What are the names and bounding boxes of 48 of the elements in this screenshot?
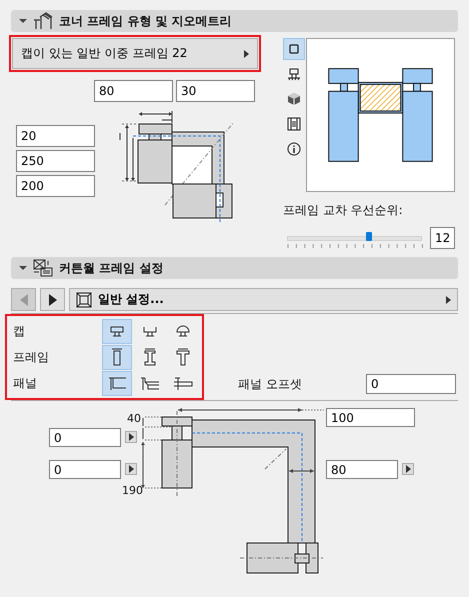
priority-slider[interactable] bbox=[287, 230, 422, 246]
cap-box-option[interactable] bbox=[102, 318, 132, 344]
depth-input[interactable]: 200 bbox=[16, 175, 95, 197]
frame-rect-option[interactable] bbox=[102, 344, 132, 370]
option-label: 캡 bbox=[13, 322, 26, 340]
dimension-label: 190 bbox=[122, 484, 143, 497]
depth-input[interactable]: 250 bbox=[16, 150, 95, 172]
priority-input[interactable]: 12 bbox=[430, 227, 455, 249]
frame-corner-icon bbox=[33, 12, 53, 30]
section-header[interactable]: 커튼월 프레임 설정 bbox=[11, 257, 458, 279]
panel-center-option[interactable] bbox=[102, 370, 132, 396]
panel-offset-label: 패널 오프셋 bbox=[238, 376, 303, 392]
expand-arrow-button[interactable] bbox=[402, 463, 414, 475]
option-label: 패널 bbox=[13, 374, 38, 392]
next-button[interactable] bbox=[40, 288, 65, 311]
frame-type-dropdown[interactable]: 캡이 있는 일반 이중 프레임 22 bbox=[12, 38, 258, 69]
caret-icon bbox=[406, 465, 410, 473]
priority-label: 프레임 교차 우선순위: bbox=[283, 202, 404, 219]
curtain-wall-settings-icon bbox=[33, 259, 53, 277]
right-triangle-icon bbox=[48, 294, 56, 306]
info-icon bbox=[287, 142, 301, 156]
caret-icon bbox=[128, 433, 134, 441]
model-icon bbox=[287, 92, 301, 106]
caret-icon bbox=[128, 465, 134, 473]
expand-arrow-button[interactable] bbox=[125, 463, 137, 475]
section-title: 커튼월 프레임 설정 bbox=[59, 260, 164, 276]
width-input[interactable]: 80 bbox=[94, 80, 173, 102]
cap-offset-input[interactable]: 0 bbox=[49, 428, 121, 447]
option-label: 프레임 bbox=[13, 348, 50, 366]
slider-thumb[interactable] bbox=[366, 232, 372, 241]
section-icon bbox=[287, 117, 301, 131]
caret-icon bbox=[244, 50, 249, 58]
section-header[interactable]: 코너 프레임 유형 및 지오메트리 bbox=[11, 10, 458, 32]
settings-page-dropdown[interactable]: 일반 설정... bbox=[69, 288, 458, 311]
caret-icon bbox=[446, 296, 451, 304]
depth-input[interactable]: 20 bbox=[16, 125, 95, 147]
left-triangle-icon bbox=[20, 294, 28, 306]
section-title: 코너 프레임 유형 및 지오메트리 bbox=[59, 12, 232, 30]
frame-width-input[interactable]: 80 bbox=[326, 460, 398, 479]
elevation-icon bbox=[287, 67, 301, 81]
plan-view-tab[interactable] bbox=[283, 38, 305, 60]
dimension-label: 40 bbox=[127, 412, 141, 425]
width-input[interactable]: 30 bbox=[176, 80, 255, 102]
frame-offset-input[interactable]: 0 bbox=[49, 460, 121, 479]
expand-arrow-button[interactable] bbox=[125, 431, 137, 443]
panel-offset-input[interactable]: 0 bbox=[366, 374, 456, 394]
frame-depth-input[interactable]: 100 bbox=[326, 408, 415, 427]
plan-icon bbox=[287, 42, 301, 56]
